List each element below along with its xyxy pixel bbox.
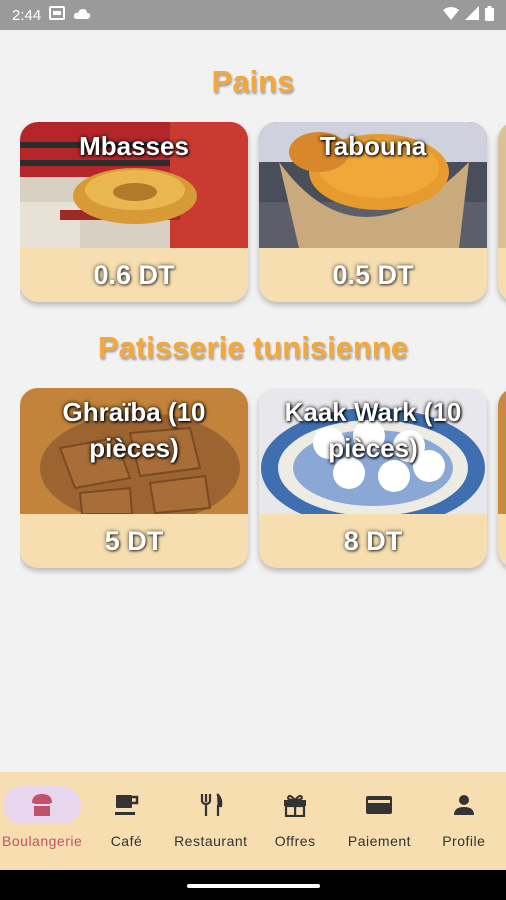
products-row-patisserie[interactable]: Ghraïba (10 pièces) 5 DT Kaak Wark (10 p… bbox=[20, 388, 506, 578]
wifi-icon bbox=[443, 6, 459, 24]
nav-label: Offres bbox=[274, 833, 316, 849]
nav-item-cafe[interactable]: Café bbox=[84, 772, 168, 870]
bottom-navigation: Boulangerie Café Restaurant Offres Paiem… bbox=[0, 772, 506, 870]
product-card-ghraiba[interactable]: Ghraïba (10 pièces) 5 DT bbox=[20, 388, 248, 568]
credit-card-icon bbox=[344, 786, 414, 824]
product-price: 0.5 DT bbox=[332, 259, 414, 290]
coffee-icon bbox=[91, 786, 161, 824]
nav-item-offres[interactable]: Offres bbox=[253, 772, 337, 870]
bakery-icon bbox=[3, 786, 82, 824]
gift-icon bbox=[260, 786, 330, 824]
nav-label: Boulangerie bbox=[2, 833, 83, 849]
product-card-next[interactable] bbox=[498, 122, 506, 302]
product-name: Kaak Wark (10 pièces) bbox=[284, 397, 462, 463]
product-name: Ghraïba (10 pièces) bbox=[62, 397, 206, 463]
product-price: 8 DT bbox=[343, 525, 403, 556]
products-row-pains[interactable]: Mbasses 0.6 DT Tabouna 0.5 DT bbox=[20, 122, 506, 312]
product-price: 0.6 DT bbox=[93, 259, 175, 290]
product-image bbox=[498, 122, 506, 248]
product-name: Mbasses bbox=[79, 131, 189, 161]
product-card-mbasses[interactable]: Mbasses 0.6 DT bbox=[20, 122, 248, 302]
battery-icon bbox=[485, 5, 494, 25]
signal-icon bbox=[465, 6, 479, 24]
nav-item-profile[interactable]: Profile bbox=[422, 772, 506, 870]
person-icon bbox=[429, 786, 499, 824]
home-indicator[interactable] bbox=[187, 884, 320, 888]
cloud-icon bbox=[73, 7, 91, 24]
product-image bbox=[498, 388, 506, 514]
nav-item-paiement[interactable]: Paiement bbox=[337, 772, 421, 870]
nav-label: Restaurant bbox=[174, 833, 248, 849]
nav-label: Paiement bbox=[347, 833, 412, 849]
gesture-bar bbox=[0, 870, 506, 900]
nav-label: Profile bbox=[442, 833, 486, 849]
nav-item-boulangerie[interactable]: Boulangerie bbox=[0, 772, 84, 870]
product-card-next[interactable] bbox=[498, 388, 506, 568]
nav-label: Café bbox=[110, 833, 143, 849]
product-name: Tabouna bbox=[319, 131, 427, 161]
clock: 2:44 bbox=[12, 6, 42, 24]
status-bar: 2:44 bbox=[0, 0, 506, 30]
section-title-pains: Pains bbox=[211, 64, 295, 99]
nav-item-restaurant[interactable]: Restaurant bbox=[169, 772, 253, 870]
section-title-patisserie: Patisserie tunisienne bbox=[97, 330, 409, 365]
product-card-tabouna[interactable]: Tabouna 0.5 DT bbox=[259, 122, 487, 302]
sim-card-icon bbox=[49, 6, 66, 24]
product-card-kaak-wark[interactable]: Kaak Wark (10 pièces) 8 DT bbox=[259, 388, 487, 568]
fork-knife-icon bbox=[176, 786, 246, 824]
product-price: 5 DT bbox=[104, 525, 164, 556]
